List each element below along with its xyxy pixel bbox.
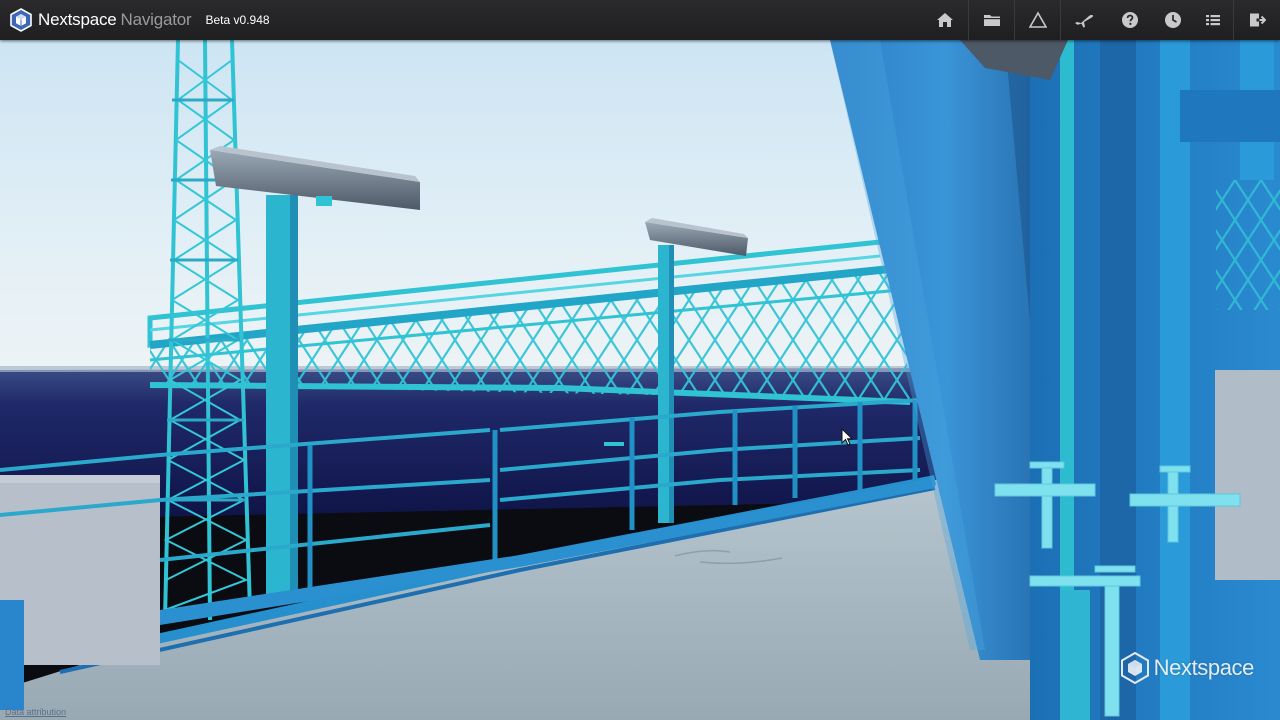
home-icon — [937, 13, 953, 27]
menu-button[interactable] — [1193, 0, 1233, 40]
nextspace-logo-icon — [10, 8, 32, 32]
version-label: Beta v0.948 — [205, 13, 270, 27]
flythrough-button[interactable] — [1061, 0, 1107, 40]
brand-name: Nextspace — [38, 10, 117, 29]
home-button[interactable] — [922, 0, 969, 40]
scene-render — [0, 0, 1280, 720]
help-icon — [1122, 12, 1138, 28]
history-button[interactable] — [1153, 0, 1193, 40]
nextspace-watermark: Nextspace — [1120, 652, 1255, 684]
nextspace-watermark-logo-icon — [1120, 652, 1149, 684]
clock-icon — [1165, 12, 1181, 28]
sign-out-icon — [1250, 13, 1266, 27]
list-icon — [1206, 15, 1220, 26]
top-bar: Nextspace Navigator Beta v0.948 — [0, 0, 1280, 40]
help-button[interactable] — [1107, 0, 1153, 40]
folder-icon — [983, 15, 1000, 26]
product-name: Navigator — [120, 10, 192, 29]
triangle-icon — [1028, 11, 1047, 28]
sign-out-button[interactable] — [1233, 0, 1280, 40]
3d-viewport[interactable] — [0, 0, 1280, 720]
airplane-icon — [1075, 15, 1094, 28]
data-attribution-link[interactable]: Data attribution — [5, 707, 66, 717]
mouse-cursor-icon — [841, 428, 853, 446]
projects-button[interactable] — [969, 0, 1014, 40]
main-toolbar — [922, 0, 1280, 40]
navigator-app: Nextspace Navigator Beta v0.948 Nextspac… — [0, 0, 1280, 720]
measure-button[interactable] — [1014, 0, 1061, 40]
brand[interactable]: Nextspace Navigator Beta v0.948 — [0, 0, 270, 40]
watermark-text: Nextspace — [1153, 655, 1255, 680]
